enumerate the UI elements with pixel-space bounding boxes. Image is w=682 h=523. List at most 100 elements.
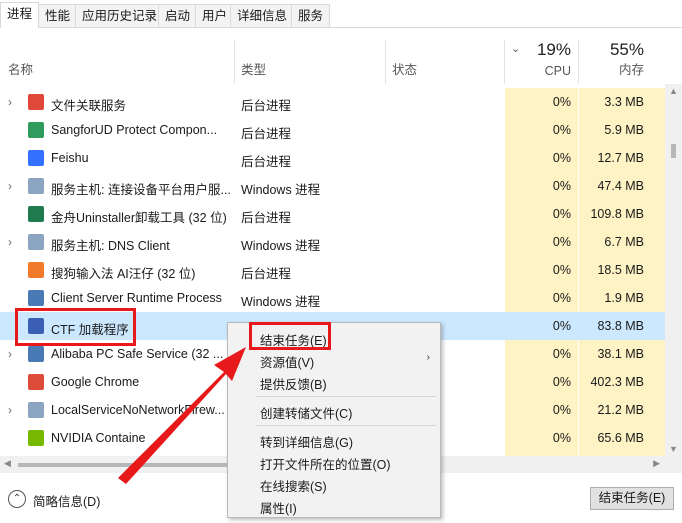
process-cpu: 0% bbox=[552, 207, 571, 221]
process-name: Client Server Runtime Process bbox=[51, 291, 222, 305]
process-cpu: 0% bbox=[552, 235, 571, 249]
process-memory: 5.9 MB bbox=[604, 123, 644, 137]
process-memory: 109.8 MB bbox=[590, 207, 644, 221]
menu-resource-values[interactable]: 资源值(V) bbox=[260, 352, 314, 371]
table-row[interactable]: 搜狗输入法 AI汪仔 (32 位) 后台进程 0% 18.5 MB bbox=[0, 256, 665, 284]
header-type[interactable]: 类型 bbox=[235, 28, 385, 84]
vertical-scrollbar[interactable]: ▲ ▼ bbox=[665, 84, 682, 456]
table-row[interactable]: SangforUD Protect Compon... 后台进程 0% 5.9 MB bbox=[0, 116, 665, 144]
table-row[interactable]: › 服务主机: DNS Client Windows 进程 0% 6.7 MB bbox=[0, 228, 665, 256]
process-cpu: 0% bbox=[552, 291, 571, 305]
header-type-label: 类型 bbox=[241, 63, 267, 77]
header-cpu[interactable]: ⌄ 19% CPU bbox=[505, 28, 578, 84]
process-icon bbox=[28, 346, 44, 362]
process-icon bbox=[28, 262, 44, 278]
process-icon bbox=[28, 234, 44, 250]
process-name: SangforUD Protect Compon... bbox=[51, 123, 218, 137]
process-name: 文件关联服务 bbox=[51, 99, 127, 113]
process-cpu: 0% bbox=[552, 431, 571, 445]
menu-properties[interactable]: 属性(I) bbox=[260, 498, 297, 517]
process-memory: 47.4 MB bbox=[597, 179, 644, 193]
process-name: Google Chrome bbox=[51, 375, 140, 389]
process-cpu: 0% bbox=[552, 95, 571, 109]
cpu-label: CPU bbox=[544, 64, 571, 78]
process-type: 后台进程 bbox=[241, 99, 292, 113]
process-type: Windows 进程 bbox=[241, 295, 321, 309]
process-type: 后台进程 bbox=[241, 127, 292, 141]
menu-separator bbox=[256, 425, 436, 426]
expand-chevron-icon[interactable]: › bbox=[8, 95, 12, 109]
process-cpu: 0% bbox=[552, 179, 571, 193]
expand-chevron-icon[interactable]: › bbox=[8, 179, 12, 193]
process-memory: 38.1 MB bbox=[597, 347, 644, 361]
process-type: Windows 进程 bbox=[241, 183, 321, 197]
process-cpu: 0% bbox=[552, 347, 571, 361]
tab-startup[interactable]: 启动 bbox=[158, 4, 198, 28]
process-name: LocalServiceNoNetworkFirew... bbox=[51, 403, 225, 417]
column-header: 名称 类型 状态 ⌄ 19% CPU 55% 内存 bbox=[0, 28, 665, 84]
header-name[interactable]: 名称 bbox=[0, 28, 234, 84]
process-name: 服务主机: 连接设备平台用户服... bbox=[51, 183, 231, 197]
tab-app-history[interactable]: 应用历史记录 bbox=[75, 4, 165, 28]
header-name-label: 名称 bbox=[8, 63, 34, 77]
process-icon bbox=[28, 178, 44, 194]
process-cpu: 0% bbox=[552, 263, 571, 277]
horizontal-scroll-thumb[interactable] bbox=[18, 463, 228, 467]
process-cpu: 0% bbox=[552, 151, 571, 165]
table-row[interactable]: Feishu 后台进程 0% 12.7 MB bbox=[0, 144, 665, 172]
expand-chevron-icon[interactable]: › bbox=[8, 347, 12, 361]
process-icon bbox=[28, 290, 44, 306]
process-memory: 65.6 MB bbox=[597, 431, 644, 445]
header-memory[interactable]: 55% 内存 bbox=[579, 28, 665, 84]
table-row[interactable]: › 文件关联服务 后台进程 0% 3.3 MB bbox=[0, 88, 665, 116]
process-icon bbox=[28, 402, 44, 418]
process-type: 后台进程 bbox=[241, 267, 292, 281]
scroll-up-icon[interactable]: ▲ bbox=[669, 86, 678, 96]
header-status[interactable]: 状态 bbox=[386, 28, 504, 84]
sort-descending-icon: ⌄ bbox=[511, 43, 521, 55]
scroll-right-icon[interactable]: ▶ bbox=[653, 458, 660, 469]
collapse-up-icon[interactable]: ⌃ bbox=[8, 490, 26, 508]
process-icon bbox=[28, 122, 44, 138]
memory-label: 内存 bbox=[618, 63, 644, 77]
process-icon bbox=[28, 150, 44, 166]
process-type: 后台进程 bbox=[241, 155, 292, 169]
menu-create-dump-file[interactable]: 创建转储文件(C) bbox=[260, 403, 352, 422]
process-memory: 6.7 MB bbox=[604, 235, 644, 249]
tab-processes[interactable]: 进程 bbox=[0, 2, 40, 28]
expand-chevron-icon[interactable]: › bbox=[8, 403, 12, 417]
menu-separator bbox=[256, 396, 436, 397]
vertical-scroll-thumb[interactable] bbox=[671, 144, 676, 158]
end-task-button[interactable]: 结束任务(E) bbox=[590, 487, 674, 510]
tab-performance[interactable]: 性能 bbox=[38, 4, 78, 28]
table-row[interactable]: 金舟Uninstaller卸载工具 (32 位) 后台进程 0% 109.8 MB bbox=[0, 200, 665, 228]
process-name: NVIDIA Containe bbox=[51, 431, 146, 445]
process-name: 搜狗输入法 AI汪仔 (32 位) bbox=[51, 267, 196, 281]
menu-go-to-details[interactable]: 转到详细信息(G) bbox=[260, 432, 353, 451]
menu-provide-feedback[interactable]: 提供反馈(B) bbox=[260, 374, 327, 393]
annotation-highlight-ctf-row bbox=[15, 308, 136, 346]
memory-total-percent: 55% bbox=[609, 40, 644, 59]
process-name: 服务主机: DNS Client bbox=[51, 239, 170, 253]
table-row[interactable]: › 服务主机: 连接设备平台用户服... Windows 进程 0% 47.4 MB bbox=[0, 172, 665, 200]
process-name: Feishu bbox=[51, 151, 89, 165]
process-memory: 1.9 MB bbox=[604, 291, 644, 305]
tab-services[interactable]: 服务 bbox=[291, 4, 331, 28]
menu-open-file-location[interactable]: 打开文件所在的位置(O) bbox=[260, 454, 391, 473]
process-memory: 21.2 MB bbox=[597, 403, 644, 417]
tab-users[interactable]: 用户 bbox=[195, 4, 235, 28]
expand-chevron-icon[interactable]: › bbox=[8, 235, 12, 249]
annotation-highlight-end-task bbox=[249, 322, 331, 350]
header-status-label: 状态 bbox=[392, 63, 418, 77]
menu-search-online[interactable]: 在线搜索(S) bbox=[260, 476, 327, 495]
tab-bar: 进程 性能 应用历史记录 启动 用户 详细信息 服务 bbox=[0, 0, 682, 28]
fewer-details-link[interactable]: 简略信息(D) bbox=[33, 491, 100, 510]
cpu-total-percent: 19% bbox=[536, 40, 571, 59]
tab-details[interactable]: 详细信息 bbox=[230, 4, 295, 28]
process-memory: 3.3 MB bbox=[604, 95, 644, 109]
scroll-down-icon[interactable]: ▼ bbox=[669, 444, 678, 454]
submenu-arrow-icon: › bbox=[426, 352, 430, 363]
process-icon bbox=[28, 374, 44, 390]
process-memory: 83.8 MB bbox=[597, 319, 644, 333]
scroll-left-icon[interactable]: ◀ bbox=[4, 458, 11, 469]
